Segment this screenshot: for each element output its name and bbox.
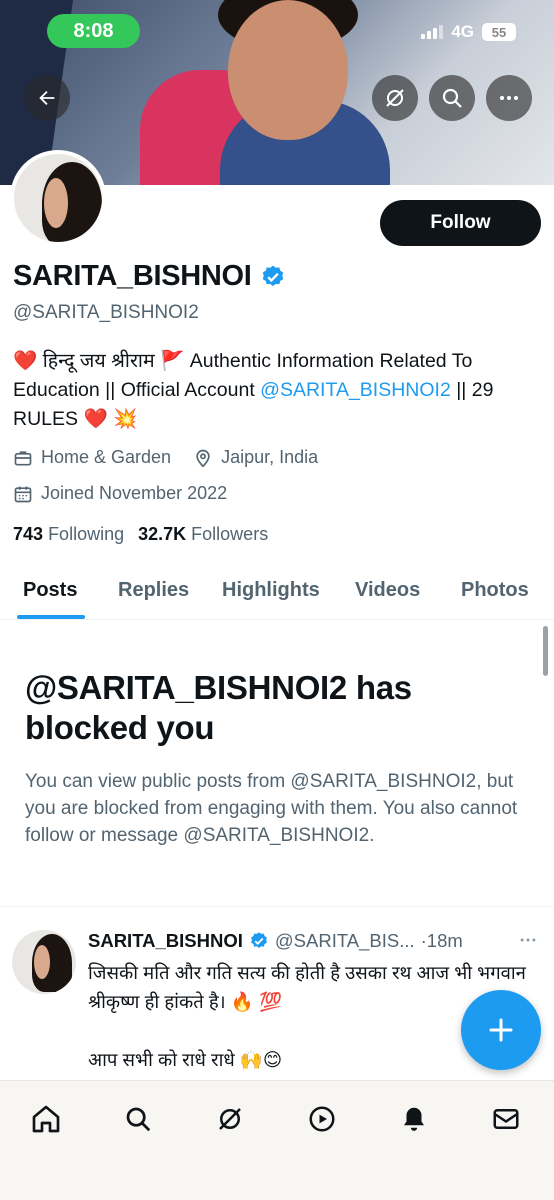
more-button[interactable] <box>486 75 532 121</box>
verified-badge-icon <box>250 932 267 948</box>
search-button[interactable] <box>429 75 475 121</box>
nav-notifications[interactable] <box>394 1099 434 1139</box>
tab-replies[interactable]: Replies <box>118 560 189 620</box>
active-tab-indicator <box>17 615 85 619</box>
followers-count: 32.7K <box>138 524 187 544</box>
profile-tabs: Posts Replies Highlights Videos Photos <box>0 560 554 620</box>
profile-meta-row: Home & Garden Jaipur, India <box>13 447 318 468</box>
tweet-author-name[interactable]: SARITA_BISHNOI <box>88 930 243 952</box>
avatar-face <box>44 178 68 228</box>
tweet-timestamp: ·18m <box>420 930 463 951</box>
verified-badge-icon[interactable] <box>260 264 286 290</box>
nav-search[interactable] <box>118 1099 158 1139</box>
banner-head <box>228 0 348 140</box>
location-pin-icon <box>196 449 210 468</box>
profile-category: Home & Garden <box>41 447 172 467</box>
bottom-nav <box>0 1080 554 1200</box>
tab-photos[interactable]: Photos <box>461 560 529 620</box>
play-icon <box>309 1106 335 1132</box>
profile-joined-row: Joined November 2022 <box>13 483 227 504</box>
followers-label: Followers <box>191 524 269 544</box>
more-icon <box>500 96 518 100</box>
compose-button[interactable] <box>461 990 541 1070</box>
nav-video[interactable] <box>302 1099 342 1139</box>
tweet-author-handle[interactable]: @SARITA_BIS... <box>275 930 415 952</box>
tab-videos[interactable]: Videos <box>355 560 420 620</box>
calendar-icon <box>14 486 32 502</box>
search-icon <box>442 88 462 108</box>
nav-messages[interactable] <box>486 1099 526 1139</box>
profile-bio: ❤️ हिन्दू जय श्रीराम 🚩 Authentic Informa… <box>13 347 543 434</box>
mail-icon <box>493 1109 519 1129</box>
avatar-face <box>34 945 50 979</box>
blocked-title: @SARITA_BISHNOI2 has blocked you <box>25 669 412 746</box>
tab-highlights[interactable]: Highlights <box>222 560 320 620</box>
bio-mention-link[interactable]: @SARITA_BISHNOI2 <box>260 379 451 401</box>
search-icon <box>126 1107 151 1132</box>
battery-icon: 55 <box>482 23 516 41</box>
profile-avatar[interactable] <box>10 150 106 246</box>
network-label: 4G <box>451 22 474 41</box>
status-time: 8:08 <box>47 14 140 48</box>
nav-home[interactable] <box>26 1099 66 1139</box>
profile-location: Jaipur, India <box>221 447 319 467</box>
plus-icon <box>489 1018 513 1042</box>
briefcase-icon <box>14 450 32 465</box>
nav-grok[interactable] <box>210 1099 250 1139</box>
tweet-avatar[interactable] <box>12 930 76 994</box>
grok-icon <box>386 89 404 107</box>
following-link[interactable]: 743 Following <box>13 524 124 545</box>
tab-posts[interactable]: Posts <box>23 560 77 620</box>
name-row: SARITA_BISHNOI <box>13 260 286 293</box>
divider <box>0 906 554 907</box>
back-arrow-icon <box>39 90 55 106</box>
followers-link[interactable]: 32.7K Followers <box>138 524 268 545</box>
grok-icon <box>219 1108 241 1130</box>
signal-icon <box>421 25 444 39</box>
back-button[interactable] <box>24 75 70 121</box>
grok-button[interactable] <box>372 75 418 121</box>
more-icon <box>520 938 536 942</box>
follow-button[interactable]: Follow <box>380 200 541 246</box>
display-name: SARITA_BISHNOI <box>13 260 252 292</box>
tweet-header: SARITA_BISHNOI @SARITA_BIS... ·18m <box>88 930 463 952</box>
tweet-more-button[interactable] <box>518 930 538 955</box>
bell-icon <box>404 1107 424 1131</box>
profile-joined: Joined November 2022 <box>41 483 228 503</box>
scrollbar[interactable] <box>543 626 548 676</box>
following-label: Following <box>48 524 125 544</box>
profile-handle: @SARITA_BISHNOI2 <box>13 302 199 323</box>
home-icon <box>32 1105 60 1133</box>
blocked-body: You can view public posts from @SARITA_B… <box>25 771 518 846</box>
follow-stats: 743 Following 32.7K Followers <box>13 524 268 545</box>
following-count: 743 <box>13 524 44 544</box>
status-indicators: 4G 55 <box>421 22 516 42</box>
